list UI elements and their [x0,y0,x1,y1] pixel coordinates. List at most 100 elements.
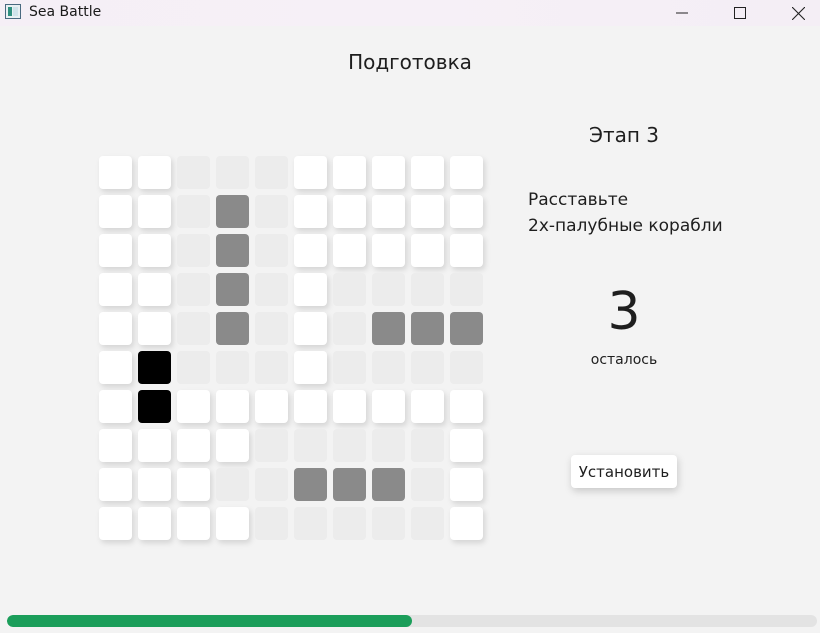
board-cell-blocked[interactable] [411,468,444,501]
board-cell-ship[interactable] [216,312,249,345]
board-cell-blocked[interactable] [411,351,444,384]
board-cell-ship[interactable] [372,468,405,501]
board-cell-free[interactable] [216,429,249,462]
board-cell-blocked[interactable] [333,429,366,462]
board-cell-free[interactable] [99,156,132,189]
board-cell-free[interactable] [99,507,132,540]
board-cell-free[interactable] [450,429,483,462]
board-cell-blocked[interactable] [333,507,366,540]
board-cell-blocked[interactable] [333,273,366,306]
board-cell-blocked[interactable] [255,507,288,540]
board-cell-free[interactable] [372,195,405,228]
board-cell-ship[interactable] [411,312,444,345]
board-cell-free[interactable] [333,156,366,189]
board-cell-free[interactable] [138,507,171,540]
board-cell-blocked[interactable] [216,468,249,501]
board-cell-free[interactable] [216,390,249,423]
board-cell-free[interactable] [138,468,171,501]
board-cell-current-ship[interactable] [138,351,171,384]
close-button[interactable] [775,0,820,26]
board-cell-blocked[interactable] [177,156,210,189]
board-cell-free[interactable] [294,273,327,306]
board-cell-free[interactable] [99,429,132,462]
board-cell-free[interactable] [138,273,171,306]
board-cell-free[interactable] [411,195,444,228]
board-cell-blocked[interactable] [411,507,444,540]
board-cell-free[interactable] [99,234,132,267]
board-cell-free[interactable] [450,156,483,189]
board-cell-blocked[interactable] [411,429,444,462]
board-cell-free[interactable] [99,468,132,501]
board-cell-free[interactable] [372,156,405,189]
board-cell-free[interactable] [450,234,483,267]
board-cell-free[interactable] [138,195,171,228]
board-cell-blocked[interactable] [294,429,327,462]
board-cell-blocked[interactable] [450,273,483,306]
board-cell-blocked[interactable] [372,273,405,306]
board-cell-blocked[interactable] [255,234,288,267]
game-board[interactable] [99,156,485,542]
board-cell-free[interactable] [411,390,444,423]
board-cell-free[interactable] [255,390,288,423]
board-cell-free[interactable] [177,468,210,501]
board-cell-free[interactable] [177,429,210,462]
board-cell-free[interactable] [138,156,171,189]
board-cell-free[interactable] [450,195,483,228]
board-cell-blocked[interactable] [372,507,405,540]
board-cell-blocked[interactable] [177,234,210,267]
board-cell-free[interactable] [372,234,405,267]
board-cell-blocked[interactable] [333,351,366,384]
board-cell-free[interactable] [294,312,327,345]
board-cell-ship[interactable] [216,234,249,267]
board-cell-free[interactable] [294,234,327,267]
board-cell-free[interactable] [177,507,210,540]
board-cell-free[interactable] [294,156,327,189]
board-cell-free[interactable] [138,429,171,462]
maximize-button[interactable] [717,0,763,26]
board-cell-free[interactable] [99,351,132,384]
board-cell-free[interactable] [333,195,366,228]
board-cell-free[interactable] [294,351,327,384]
board-cell-free[interactable] [411,156,444,189]
board-cell-blocked[interactable] [255,312,288,345]
board-cell-free[interactable] [411,234,444,267]
board-cell-blocked[interactable] [255,195,288,228]
board-cell-free[interactable] [372,390,405,423]
board-cell-free[interactable] [294,390,327,423]
board-cell-blocked[interactable] [177,273,210,306]
board-cell-current-ship[interactable] [138,390,171,423]
minimize-button[interactable] [659,0,705,26]
board-cell-free[interactable] [138,234,171,267]
board-cell-blocked[interactable] [177,351,210,384]
board-cell-blocked[interactable] [372,429,405,462]
board-cell-free[interactable] [294,195,327,228]
board-cell-blocked[interactable] [372,351,405,384]
board-cell-free[interactable] [99,273,132,306]
board-cell-blocked[interactable] [255,273,288,306]
board-cell-free[interactable] [333,390,366,423]
board-cell-free[interactable] [450,507,483,540]
board-cell-free[interactable] [216,507,249,540]
board-cell-blocked[interactable] [450,351,483,384]
place-ship-button[interactable]: Установить [571,455,677,488]
board-cell-blocked[interactable] [216,351,249,384]
board-cell-ship[interactable] [216,273,249,306]
board-cell-free[interactable] [450,390,483,423]
board-cell-free[interactable] [177,390,210,423]
board-cell-free[interactable] [99,312,132,345]
board-cell-blocked[interactable] [294,507,327,540]
board-cell-blocked[interactable] [216,156,249,189]
board-cell-blocked[interactable] [255,468,288,501]
board-cell-free[interactable] [99,195,132,228]
board-cell-free[interactable] [138,312,171,345]
board-cell-blocked[interactable] [411,273,444,306]
board-cell-blocked[interactable] [177,312,210,345]
board-cell-ship[interactable] [294,468,327,501]
board-cell-ship[interactable] [372,312,405,345]
board-cell-free[interactable] [450,468,483,501]
board-cell-ship[interactable] [450,312,483,345]
board-cell-ship[interactable] [333,468,366,501]
board-cell-blocked[interactable] [177,195,210,228]
board-cell-free[interactable] [99,390,132,423]
board-cell-blocked[interactable] [255,351,288,384]
